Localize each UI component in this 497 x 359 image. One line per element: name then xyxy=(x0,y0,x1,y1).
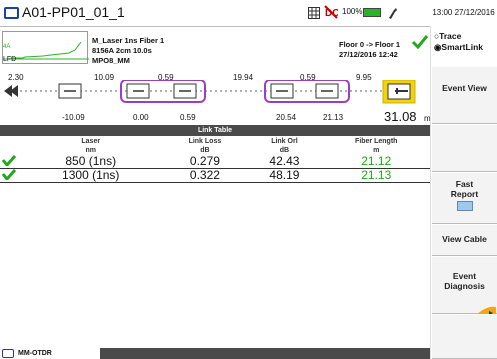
radio-smartlink-label: SmartLink xyxy=(441,42,483,52)
radio-smartlink[interactable]: ◉SmartLink xyxy=(434,42,483,53)
file-icon xyxy=(4,7,19,19)
event-view-button[interactable]: Event View xyxy=(432,66,497,124)
end-distance: 31.08 xyxy=(384,109,417,124)
info-line-3: MPO8_MM xyxy=(92,56,130,65)
ruler-bottom-0: -10.09 xyxy=(62,113,85,122)
blank-button-2[interactable] xyxy=(432,314,497,359)
cell-fiber-length: 21.13 xyxy=(361,168,392,182)
cell-fiber-length: 21.12 xyxy=(361,154,392,168)
cell-link-orl: 48.19 xyxy=(269,168,300,182)
link-table: Laser Link Loss Link Orl Fiber Length nm… xyxy=(0,137,430,183)
event-view-label: Event View xyxy=(442,83,487,93)
pass-check-icon xyxy=(411,35,429,54)
col-link-orl: Link Orl xyxy=(271,138,298,145)
view-cable-label: View Cable xyxy=(442,234,487,244)
battery-percent: 100% xyxy=(342,7,363,16)
link-diagram xyxy=(4,80,416,104)
lfd-label: LFD xyxy=(3,56,17,63)
ruler-bottom-3: 20.54 xyxy=(276,113,297,122)
cell-laser: 850 (1ns) xyxy=(65,154,117,168)
report-icon xyxy=(456,201,473,211)
link-table-title: Link Table xyxy=(0,125,430,136)
radio-trace-label: Trace xyxy=(439,31,462,41)
blank-button-1[interactable] xyxy=(432,124,497,172)
wrench-icon xyxy=(386,5,398,24)
module-tab-label: MM-OTDR xyxy=(18,350,52,357)
event-diagnosis-label: Event Diagnosis xyxy=(444,271,485,291)
bottom-bar xyxy=(100,348,430,359)
mini-label: 4A xyxy=(3,44,11,50)
cell-link-loss: 0.279 xyxy=(189,154,220,168)
fast-report-button[interactable]: Fast Report xyxy=(432,172,497,224)
fiber-route: Floor 0 -> Floor 1 xyxy=(339,40,401,49)
dc-icon: DC xyxy=(324,4,339,25)
module-icon xyxy=(2,349,14,358)
grid-icon[interactable] xyxy=(308,6,320,24)
cell-laser: 1300 (1ns) xyxy=(62,168,120,182)
info-line-1: M_Laser 1ns Fiber 1 xyxy=(92,36,165,45)
battery-icon xyxy=(363,8,381,17)
table-row[interactable]: 1300 (1ns) 0.322 48.19 21.13 xyxy=(0,169,430,183)
pass-check-icon xyxy=(0,169,18,183)
clock: 13:00 27/12/2016 xyxy=(432,8,495,17)
cell-link-loss: 0.322 xyxy=(189,168,220,182)
table-row[interactable]: 850 (1ns) 0.279 42.43 21.12 xyxy=(0,155,430,169)
ruler-bottom-4: 21.13 xyxy=(323,113,344,122)
view-cable-button[interactable]: View Cable xyxy=(432,224,497,256)
column-headers: Laser Link Loss Link Orl Fiber Length xyxy=(0,137,430,146)
pass-check-icon xyxy=(0,155,18,169)
info-line-2: 8156A 2cm 10.0s xyxy=(92,46,152,55)
acquisition-datetime: 27/12/2016 12:42 xyxy=(339,50,398,59)
radio-trace[interactable]: ○Trace xyxy=(434,31,461,41)
col-fiber-length: Fiber Length xyxy=(355,138,398,145)
fast-report-label: Fast Report xyxy=(450,179,479,199)
ruler-bottom-1: 0.00 xyxy=(133,113,149,122)
module-tab[interactable]: MM-OTDR xyxy=(0,348,100,359)
col-link-loss: Link Loss xyxy=(188,138,222,145)
cell-link-orl: 42.43 xyxy=(269,154,300,168)
ruler-bottom-2: 0.59 xyxy=(180,113,196,122)
col-laser: Laser xyxy=(81,138,101,145)
page-title: A01-PP01_01_1 xyxy=(22,4,125,20)
